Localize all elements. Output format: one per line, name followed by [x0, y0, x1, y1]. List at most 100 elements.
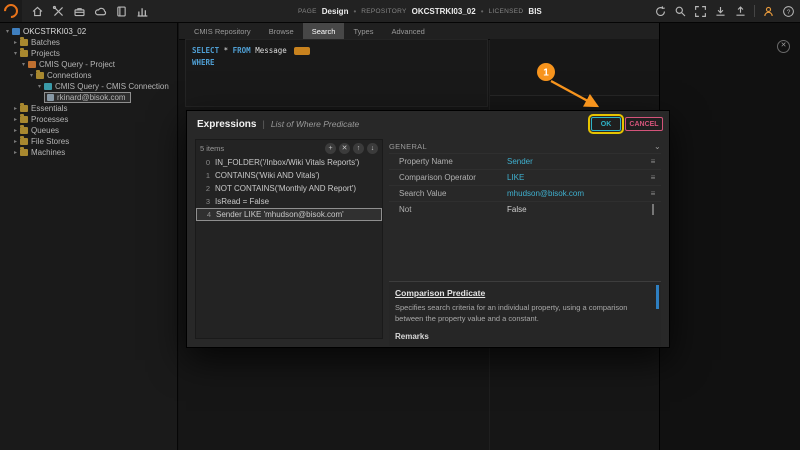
property-value[interactable]: LIKE [507, 173, 645, 182]
move-up-icon[interactable]: ↑ [353, 143, 364, 154]
briefcase-icon[interactable] [73, 5, 86, 18]
help-panel: Comparison Predicate Specifies search cr… [389, 281, 661, 346]
checkbox-icon[interactable] [645, 205, 661, 214]
property-label: Comparison Operator [389, 173, 507, 182]
tree-item-label: File Stores [31, 137, 69, 146]
help-body-text: Specifies search criteria for an individ… [395, 303, 649, 325]
remarks-text: The comparison predicate takes the gener… [395, 345, 649, 346]
dialog-title: Expressions [197, 119, 256, 130]
user-icon[interactable] [762, 5, 775, 18]
tab-advanced[interactable]: Advanced [382, 23, 433, 39]
tree-item-label: Machines [31, 148, 65, 157]
property-section-header[interactable]: GENERAL ⌄ [389, 139, 661, 153]
sidebar-item-essentials[interactable]: ▸ Essentials [0, 103, 177, 114]
property-row[interactable]: Search Value mhudson@bisok.com ≡ [389, 185, 661, 201]
list-item[interactable]: 3 IsRead = False [196, 195, 382, 208]
list-item[interactable]: 2 NOT CONTAINS('Monthly AND Report') [196, 182, 382, 195]
cancel-button[interactable]: CANCEL [625, 117, 663, 131]
menu-icon[interactable]: ≡ [645, 189, 661, 198]
repository-value: OKCSTRKI03_02 [412, 7, 476, 16]
search-icon[interactable] [674, 5, 687, 18]
expander-icon[interactable]: ▸ [12, 116, 19, 123]
sidebar-item-machines[interactable]: ▸ Machines [0, 147, 177, 158]
toolbar-divider [754, 5, 755, 17]
property-value[interactable]: Sender [507, 157, 645, 166]
checkbox[interactable] [652, 204, 654, 215]
sidebar-item-projects[interactable]: ▾ Projects [0, 48, 177, 59]
delete-icon[interactable]: ✕ [339, 143, 350, 154]
sidebar-item-queues[interactable]: ▸ Queues [0, 125, 177, 136]
list-item[interactable]: 0 IN_FOLDER('/Inbox/Wiki Vitals Reports'… [196, 156, 382, 169]
chevron-down-icon[interactable]: ⌄ [654, 142, 661, 151]
right-panel-background [659, 22, 800, 450]
tab-browse[interactable]: Browse [260, 23, 303, 39]
book-icon[interactable] [115, 5, 128, 18]
bar-chart-icon[interactable] [136, 5, 149, 18]
menu-icon[interactable]: ≡ [645, 173, 661, 182]
tab-search[interactable]: Search [303, 23, 345, 39]
sidebar-item-processes[interactable]: ▸ Processes [0, 114, 177, 125]
tab-label: Advanced [391, 27, 424, 36]
home-icon[interactable] [31, 5, 44, 18]
expander-icon[interactable]: ▾ [20, 61, 27, 68]
tab-label: CMIS Repository [194, 27, 251, 36]
tools-icon[interactable] [52, 5, 65, 18]
sidebar-item-cmis-query-cmis-connection[interactable]: ▾ CMIS Query - CMIS Connection [0, 81, 177, 92]
close-icon[interactable]: ✕ [777, 40, 790, 53]
expander-icon[interactable]: ▸ [12, 149, 19, 156]
expander-icon[interactable]: ▾ [4, 28, 11, 35]
sidebar-item-cmis-query-project[interactable]: ▾ CMIS Query - Project [0, 59, 177, 70]
title-separator: | [262, 119, 264, 129]
folder-icon [20, 149, 28, 156]
tree-item-label: Essentials [31, 104, 67, 113]
expander-icon[interactable]: ▸ [12, 105, 19, 112]
list-item-index: 1 [198, 171, 210, 180]
sidebar-item-rkinard[interactable]: rkinard@bisok.com [0, 92, 177, 103]
list-item[interactable]: 1 CONTAINS('Wiki AND Vitals') [196, 169, 382, 182]
expander-icon[interactable]: ▸ [12, 138, 19, 145]
list-item-index: 4 [199, 210, 211, 219]
folder-icon [20, 50, 28, 57]
app-logo[interactable] [0, 0, 22, 22]
help-scrollbar[interactable] [656, 285, 659, 309]
property-value[interactable]: mhudson@bisok.com [507, 189, 645, 198]
sidebar-item-okcstrki03-02[interactable]: ▾ OKCSTRKI03_02 [0, 26, 177, 37]
move-down-icon[interactable]: ↓ [367, 143, 378, 154]
property-row[interactable]: Not False [389, 201, 661, 217]
cmis-query-editor[interactable]: SELECT * FROM Message WHERE [185, 39, 488, 107]
expander-icon[interactable]: ▾ [28, 72, 35, 79]
application-window: PAGE Design • REPOSITORY OKCSTRKI03_02 •… [0, 0, 800, 450]
fullscreen-icon[interactable] [694, 5, 707, 18]
list-item-selected[interactable]: 4 Sender LIKE 'mhudson@bisok.com' [196, 208, 382, 221]
sql-keyword: WHERE [192, 58, 215, 67]
expander-icon[interactable]: ▾ [12, 50, 19, 57]
tab-types[interactable]: Types [344, 23, 382, 39]
property-value[interactable]: False [507, 205, 645, 214]
property-row[interactable]: Comparison Operator LIKE ≡ [389, 169, 661, 185]
help-icon[interactable]: ? [782, 5, 795, 18]
repository-connection-icon [47, 94, 54, 101]
add-icon[interactable]: + [325, 143, 336, 154]
property-label: Search Value [389, 189, 507, 198]
sql-keyword: SELECT [192, 46, 219, 55]
ok-button[interactable]: OK [591, 117, 621, 131]
sidebar-item-connections[interactable]: ▾ Connections [0, 70, 177, 81]
sidebar-item-file-stores[interactable]: ▸ File Stores [0, 136, 177, 147]
menu-icon[interactable]: ≡ [645, 157, 661, 166]
sidebar-item-batches[interactable]: ▸ Batches [0, 37, 177, 48]
top-bar: PAGE Design • REPOSITORY OKCSTRKI03_02 •… [0, 0, 800, 23]
cloud-icon[interactable] [94, 5, 107, 18]
upload-icon[interactable] [734, 5, 747, 18]
refresh-icon[interactable] [654, 5, 667, 18]
property-row[interactable]: Property Name Sender ≡ [389, 153, 661, 169]
expander-icon[interactable]: ▸ [12, 39, 19, 46]
download-icon[interactable] [714, 5, 727, 18]
sql-token: * [224, 46, 229, 55]
selected-tree-item[interactable]: rkinard@bisok.com [44, 92, 131, 103]
dialog-subtitle: List of Where Predicate [271, 119, 359, 129]
tab-cmis-repository[interactable]: CMIS Repository [185, 23, 260, 39]
expressions-dialog: Expressions | List of Where Predicate OK… [186, 110, 670, 348]
expander-icon[interactable]: ▾ [36, 83, 43, 90]
expander-icon[interactable]: ▸ [12, 127, 19, 134]
folder-icon [20, 138, 28, 145]
